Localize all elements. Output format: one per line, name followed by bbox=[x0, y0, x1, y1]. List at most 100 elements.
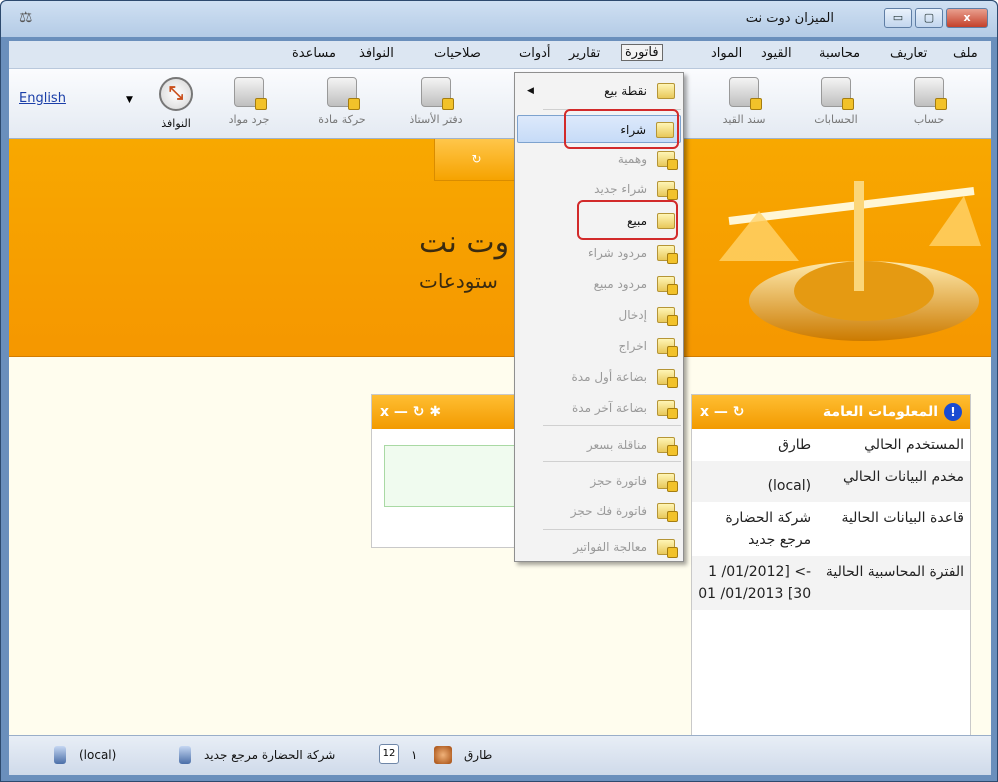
menu-item-closing-stock[interactable]: بضاعة آخر مدة bbox=[517, 394, 681, 422]
menu-help[interactable]: مساعدة bbox=[292, 46, 336, 61]
menu-item-virtual[interactable]: وهمية bbox=[517, 145, 681, 173]
menu-tools[interactable]: أدوات bbox=[519, 46, 551, 61]
menu-materials[interactable]: المواد bbox=[711, 46, 742, 61]
info-label: الفترة المحاسبية الحالية bbox=[825, 564, 964, 580]
menu-item-release-reservation[interactable]: فاتورة فك حجز bbox=[517, 497, 681, 525]
note-icon bbox=[657, 307, 678, 326]
menu-item-label: فاتورة حجز bbox=[590, 474, 647, 488]
document-icon bbox=[914, 77, 947, 110]
main-content: ↻ وت نت ستودعات !المعلومات العامة x — ↻ … bbox=[9, 139, 991, 735]
menu-item-opening-stock[interactable]: بضاعة أول مدة bbox=[517, 363, 681, 391]
banner-subtitle: ستودعات bbox=[419, 269, 498, 293]
english-link[interactable]: English bbox=[19, 91, 66, 106]
windows-icon: ⤡ bbox=[159, 77, 193, 111]
chevron-down-icon[interactable]: ▼ bbox=[126, 95, 133, 105]
note-icon bbox=[657, 503, 678, 522]
banner-refresh-tab[interactable]: ↻ bbox=[434, 139, 519, 181]
banner-title: وت نت bbox=[419, 225, 510, 260]
status-company: شركة الحضارة مرجع جديد bbox=[204, 748, 336, 762]
menu-windows[interactable]: النوافذ bbox=[359, 46, 394, 61]
menu-bar: ملف تعاريف محاسبة القيود المواد فاتورة ت… bbox=[9, 41, 991, 69]
note-icon bbox=[657, 473, 678, 492]
note-icon bbox=[657, 400, 678, 419]
info-value: شركة الحضارة مرجع جديد bbox=[725, 510, 812, 548]
item-movement-label: حركة مادة bbox=[318, 113, 366, 126]
panel-controls[interactable]: x — ↻ bbox=[700, 395, 745, 429]
account-label: حساب bbox=[913, 113, 945, 126]
general-info-title: المعلومات العامة bbox=[822, 404, 938, 420]
account-button[interactable]: حساب bbox=[894, 77, 964, 126]
accounts-button[interactable]: الحسابات bbox=[801, 77, 871, 126]
title-bar: ⚖ الميزان دوت نت ▭ ▢ x bbox=[1, 1, 997, 37]
menu-item-output[interactable]: اخراج bbox=[517, 332, 681, 360]
status-bar: طارق ١ 12 شركة الحضارة مرجع جديد (local) bbox=[9, 735, 991, 775]
maximize-button[interactable]: ▢ bbox=[915, 8, 943, 28]
submenu-arrow-icon: ◀ bbox=[527, 86, 534, 96]
menu-reports[interactable]: تقارير bbox=[569, 46, 600, 61]
inventory-button[interactable]: جرد مواد bbox=[214, 77, 284, 126]
table-row: المستخدم الحالي طارق bbox=[692, 429, 970, 461]
menu-divider bbox=[543, 461, 681, 462]
status-count: ١ bbox=[411, 748, 418, 762]
item-movement-button[interactable]: حركة مادة bbox=[307, 77, 377, 126]
info-value: 1 /01/2012] <- 01 /01/2013 [30 bbox=[698, 564, 812, 602]
info-label: قاعدة البيانات الحالية bbox=[841, 510, 964, 526]
menu-item-label: مردود شراء bbox=[588, 246, 647, 260]
lock-icon bbox=[348, 98, 360, 110]
minimize-button[interactable]: ▭ bbox=[884, 8, 912, 28]
menu-definitions[interactable]: تعاريف bbox=[890, 46, 927, 61]
database-icon bbox=[179, 746, 191, 764]
balance-scale-logo bbox=[719, 181, 981, 341]
menu-item-label: معالجة الفواتير bbox=[573, 540, 647, 554]
menu-item-label: بضاعة آخر مدة bbox=[571, 401, 647, 415]
info-label: المستخدم الحالي bbox=[864, 437, 964, 453]
menu-item-process-invoices[interactable]: معالجة الفواتير bbox=[517, 533, 681, 561]
menu-item-purchase-return[interactable]: مردود شراء bbox=[517, 239, 681, 267]
general-info-header: ! المعلومات العامة x — ↻ bbox=[692, 395, 970, 429]
menu-accounting[interactable]: محاسبة bbox=[819, 46, 860, 61]
menu-item-sale-return[interactable]: مردود مبيع bbox=[517, 270, 681, 298]
info-label: مخدم البيانات الحالي bbox=[842, 469, 964, 485]
menu-invoice[interactable]: فاتورة bbox=[621, 44, 663, 61]
menu-item-pos[interactable]: نقطة بيع ◀ bbox=[517, 77, 681, 105]
note-icon bbox=[657, 83, 675, 99]
printer-icon bbox=[327, 77, 360, 110]
note-icon bbox=[657, 437, 678, 456]
gear-icon bbox=[657, 539, 678, 558]
menu-item-label: فاتورة فك حجز bbox=[570, 504, 647, 518]
menu-item-label: مناقلة بسعر bbox=[586, 438, 647, 452]
info-value: (local) bbox=[767, 478, 812, 494]
printer-icon bbox=[421, 77, 454, 110]
status-server: (local) bbox=[79, 748, 117, 762]
menu-item-price-transfer[interactable]: مناقلة بسعر bbox=[517, 431, 681, 459]
lock-icon bbox=[935, 98, 947, 110]
menu-file[interactable]: ملف bbox=[953, 46, 978, 61]
menu-permissions[interactable]: صلاحيات bbox=[434, 46, 481, 61]
windows-button[interactable]: ⤡ النوافذ bbox=[141, 77, 211, 130]
lock-icon bbox=[255, 98, 267, 110]
app-window: ⚖ الميزان دوت نت ▭ ▢ x ملف تعاريف محاسبة… bbox=[0, 0, 998, 782]
menu-item-label: شراء جديد bbox=[594, 182, 647, 196]
note-icon bbox=[657, 338, 678, 357]
note-icon bbox=[657, 181, 678, 200]
toolbar: English ▼ ⤡ النوافذ جرد مواد حركة مادة د… bbox=[9, 69, 991, 139]
calendar-icon: 12 bbox=[379, 744, 399, 764]
menu-entries[interactable]: القيود bbox=[761, 46, 792, 61]
menu-item-reservation-invoice[interactable]: فاتورة حجز bbox=[517, 467, 681, 495]
menu-item-input[interactable]: إدخال bbox=[517, 301, 681, 329]
ledger-label: دفتر الأستاذ bbox=[409, 113, 463, 126]
notes-panel-controls[interactable]: x — ↻ ✱ bbox=[380, 395, 441, 429]
note-icon bbox=[657, 245, 678, 264]
printer-icon bbox=[234, 77, 267, 110]
welcome-banner: ↻ وت نت ستودعات bbox=[9, 139, 991, 357]
note-icon bbox=[657, 151, 678, 170]
close-button[interactable]: x bbox=[946, 8, 988, 28]
document-icon bbox=[821, 77, 854, 110]
lock-icon bbox=[442, 98, 454, 110]
journal-voucher-button[interactable]: سند القيد bbox=[709, 77, 779, 126]
lock-icon bbox=[750, 98, 762, 110]
menu-item-label: نقطة بيع bbox=[604, 84, 647, 98]
menu-item-new-purchase[interactable]: شراء جديد bbox=[517, 175, 681, 203]
app-logo-icon: ⚖ bbox=[19, 8, 33, 26]
ledger-button[interactable]: دفتر الأستاذ bbox=[401, 77, 471, 126]
